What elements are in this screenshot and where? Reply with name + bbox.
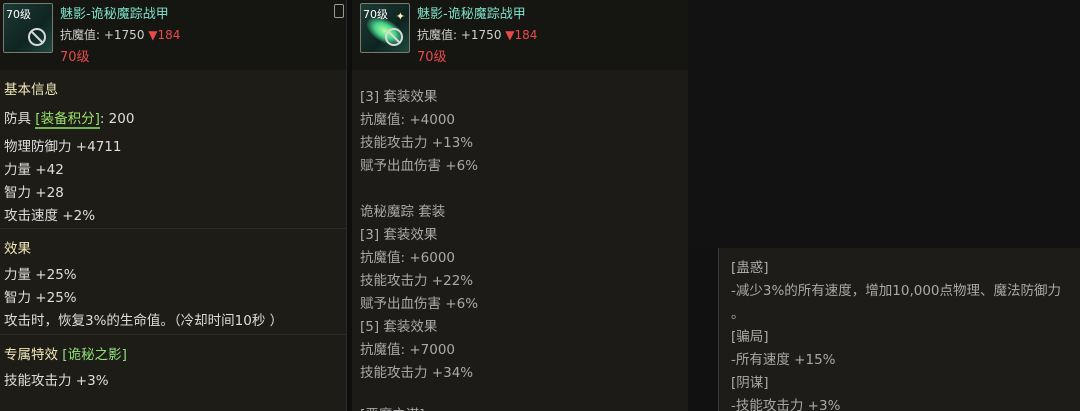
stat-line: 智力 +28 bbox=[4, 185, 64, 201]
detail-line: [阴谋] bbox=[731, 375, 769, 391]
special-stat-line: 技能攻击力 +3% bbox=[4, 373, 109, 389]
special-effect-tag[interactable]: [诡秘之影] bbox=[62, 347, 127, 363]
detail-line: [骗局] bbox=[731, 329, 769, 345]
equipment-score-tag[interactable]: [装备积分] bbox=[35, 111, 100, 129]
armor-score-row: 防具 [装备积分]: 200 bbox=[4, 107, 135, 129]
set-line: 赋予出血伤害 +6% bbox=[360, 158, 479, 174]
item-name: 魅影-诡秘魔踪战甲 bbox=[60, 7, 169, 22]
divider bbox=[0, 334, 346, 335]
sparkle-icon: ✦ bbox=[395, 10, 405, 23]
divider bbox=[0, 228, 346, 229]
item-tooltip-set: 70级 ✦ 魅影-诡秘魔踪战甲 抗魔值: +1750 ▼184 70级 [3] … bbox=[352, 0, 688, 411]
tooltip-header: 70级 魅影-诡秘魔踪战甲 抗魔值: +1750 ▼184 70级 bbox=[0, 0, 346, 70]
item-level-badge: 70级 bbox=[6, 8, 31, 21]
set-line: 技能攻击力 +34% bbox=[360, 365, 474, 381]
item-level-badge: 70级 bbox=[363, 8, 388, 21]
background-strip bbox=[688, 248, 718, 411]
set-line: 抗魔值: +7000 bbox=[360, 342, 456, 358]
set-line: 技能攻击力 +13% bbox=[360, 135, 474, 151]
set-name: 诡秘魔踪 套装 bbox=[360, 204, 446, 220]
basic-info-heading: 基本信息 bbox=[4, 82, 58, 98]
detail-line: 。 bbox=[731, 306, 745, 322]
magic-resist-decrease: ▼184 bbox=[505, 28, 538, 42]
set-line: 技能攻击力 +22% bbox=[360, 273, 474, 289]
set-line: 赋予出血伤害 +6% bbox=[360, 296, 479, 312]
magic-resist-stat: 抗魔值: +1750 ▼184 bbox=[417, 26, 537, 43]
effect-line: 智力 +25% bbox=[4, 290, 77, 306]
magic-resist-value: 抗魔值: +1750 bbox=[60, 28, 145, 42]
tooltip-header: 70级 ✦ 魅影-诡秘魔踪战甲 抗魔值: +1750 ▼184 70级 bbox=[352, 0, 688, 70]
untradeable-icon bbox=[385, 28, 403, 46]
detail-line: -所有速度 +15% bbox=[731, 352, 836, 368]
set-bonus-detail: [蛊惑] -减少3%的所有速度，增加10,000点物理、魔法防御力 。 [骗局]… bbox=[718, 248, 1080, 411]
effect-line: 攻击时，恢复3%的生命值。（冷却时间10秒 ） bbox=[4, 313, 284, 329]
set-line: [3] 套装效果 bbox=[360, 89, 438, 105]
effect-heading: 效果 bbox=[4, 241, 31, 257]
detail-line: [蛊惑] bbox=[731, 260, 769, 276]
armor-label: 防具 bbox=[4, 111, 31, 127]
detail-line: -技能攻击力 +3% bbox=[731, 398, 841, 411]
armor-item-icon[interactable]: 70级 ✦ bbox=[360, 3, 410, 53]
stat-line: 力量 +42 bbox=[4, 162, 64, 178]
compare-icon[interactable] bbox=[334, 4, 344, 18]
untradeable-icon bbox=[28, 28, 46, 46]
set-line: [3] 套装效果 bbox=[360, 227, 438, 243]
detail-line: -减少3%的所有速度，增加10,000点物理、魔法防御力 bbox=[731, 283, 1062, 299]
required-level: 70级 bbox=[417, 50, 447, 65]
set-line: 抗魔值: +6000 bbox=[360, 250, 456, 266]
magic-resist-value: 抗魔值: +1750 bbox=[417, 28, 502, 42]
equipment-score-value: : 200 bbox=[99, 111, 135, 127]
set-line: [5] 套装效果 bbox=[360, 319, 438, 335]
set-line: 抗魔值: +4000 bbox=[360, 112, 456, 128]
magic-resist-decrease: ▼184 bbox=[148, 28, 181, 42]
special-effect-row: 专属特效 [诡秘之影] bbox=[4, 343, 127, 363]
stat-line: 物理防御力 +4711 bbox=[4, 139, 122, 155]
item-name: 魅影-诡秘魔踪战甲 bbox=[417, 7, 526, 22]
effect-line: 力量 +25% bbox=[4, 267, 77, 283]
magic-resist-stat: 抗魔值: +1750 ▼184 bbox=[60, 26, 180, 43]
armor-item-icon[interactable]: 70级 bbox=[3, 3, 53, 53]
set-line: [恶魔之谋] bbox=[360, 403, 425, 411]
background-area bbox=[688, 0, 1080, 248]
stat-line: 攻击速度 +2% bbox=[4, 208, 96, 224]
special-effect-heading: 专属特效 bbox=[4, 347, 58, 363]
required-level: 70级 bbox=[60, 50, 90, 65]
item-tooltip-main: 70级 魅影-诡秘魔踪战甲 抗魔值: +1750 ▼184 70级 基本信息 防… bbox=[0, 0, 347, 411]
